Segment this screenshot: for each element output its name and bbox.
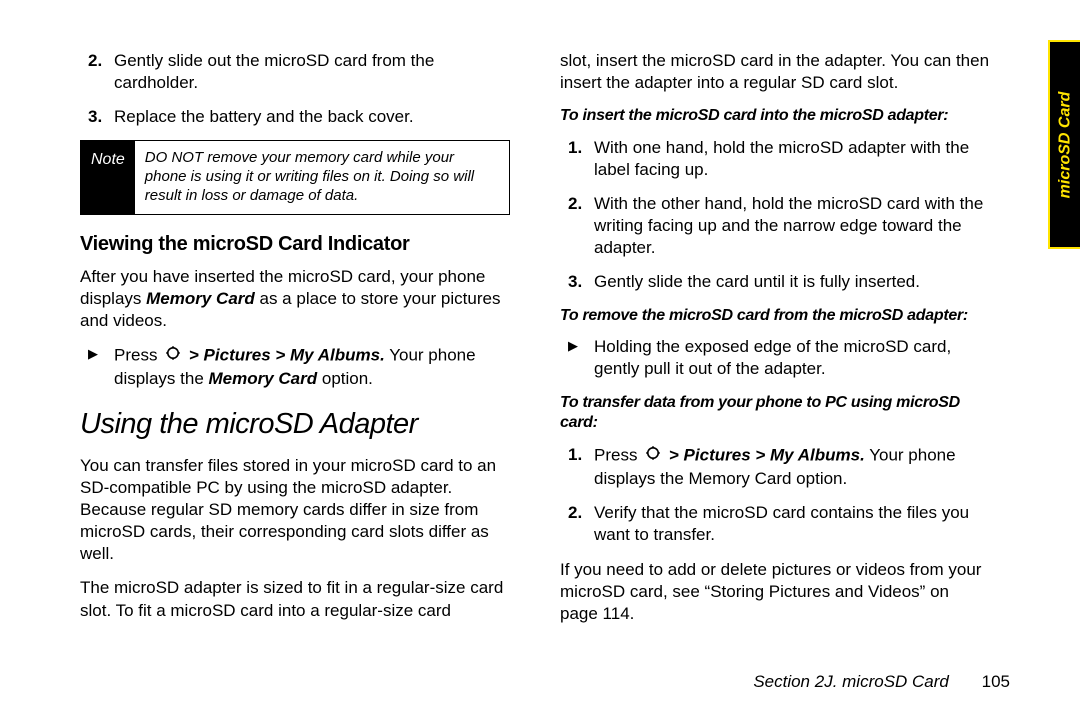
step-number: 3. (88, 106, 102, 128)
step-text: Gently slide the card until it is fully … (594, 272, 920, 291)
side-tab: microSD Card (1048, 40, 1080, 249)
columns: 2. Gently slide out the microSD card fro… (80, 50, 1020, 637)
note-body: DO NOT remove your memory card while you… (135, 141, 509, 213)
note-label: Note (81, 141, 135, 213)
insert-steps: 1. With one hand, hold the microSD adapt… (560, 137, 990, 294)
insert-step-3: 3. Gently slide the card until it is ful… (560, 271, 990, 293)
using-paragraph-1: You can transfer files stored in your mi… (80, 455, 510, 565)
step-text: Gently slide out the microSD card from t… (114, 51, 434, 92)
using-paragraph-2: The microSD adapter is sized to fit in a… (80, 577, 510, 621)
transfer-steps: 1. Press > Pictures > My Albums. Your ph… (560, 444, 990, 546)
section-heading-using-adapter: Using the microSD Adapter (80, 408, 510, 441)
insert-step-2: 2. With the other hand, hold the microSD… (560, 193, 990, 259)
transfer-step-2: 2. Verify that the microSD card contains… (560, 502, 990, 546)
step-3: 3. Replace the battery and the back cove… (80, 106, 510, 128)
step-number: 3. (568, 271, 582, 293)
footer-section: Section 2J. microSD Card (753, 672, 949, 691)
left-column: 2. Gently slide out the microSD card fro… (80, 50, 510, 637)
continuation-paragraph: slot, insert the microSD card in the ada… (560, 50, 990, 94)
step-text: Replace the battery and the back cover. (114, 107, 414, 126)
nav-key-icon (644, 444, 662, 468)
nav-key-icon (164, 344, 182, 368)
procedure-head-transfer: To transfer data from your phone to PC u… (560, 393, 990, 435)
step-number: 1. (568, 444, 582, 466)
step-number: 2. (568, 193, 582, 215)
procedure-head-insert: To insert the microSD card into the micr… (560, 106, 990, 127)
subheading-viewing-indicator: Viewing the microSD Card Indicator (80, 233, 510, 256)
step-number: 2. (568, 502, 582, 524)
viewing-paragraph: After you have inserted the microSD card… (80, 266, 510, 332)
side-tab-label: microSD Card (1056, 91, 1074, 198)
bullet-press-pictures: Press > Pictures > My Albums. Your phone… (80, 344, 510, 390)
right-column: slot, insert the microSD card in the ada… (560, 50, 1020, 637)
insert-step-1: 1. With one hand, hold the microSD adapt… (560, 137, 990, 181)
bullet-text: Holding the exposed edge of the microSD … (594, 337, 951, 378)
transfer-step-1: 1. Press > Pictures > My Albums. Your ph… (560, 444, 990, 490)
step-text: With the other hand, hold the microSD ca… (594, 194, 983, 257)
step-text: With one hand, hold the microSD adapter … (594, 138, 969, 179)
note-box: Note DO NOT remove your memory card whil… (80, 140, 510, 214)
step-2: 2. Gently slide out the microSD card fro… (80, 50, 510, 94)
page-footer: Section 2J. microSD Card 105 (753, 672, 1010, 692)
remove-bullets: Holding the exposed edge of the microSD … (560, 336, 990, 380)
step-number: 2. (88, 50, 102, 72)
footer-page-number: 105 (982, 672, 1010, 691)
prev-steps-continued: 2. Gently slide out the microSD card fro… (80, 50, 510, 128)
viewing-bullets: Press > Pictures > My Albums. Your phone… (80, 344, 510, 390)
closing-paragraph: If you need to add or delete pictures or… (560, 559, 990, 625)
procedure-head-remove: To remove the microSD card from the micr… (560, 306, 990, 327)
step-text: Verify that the microSD card contains th… (594, 503, 969, 544)
page: microSD Card 2. Gently slide out the mic… (0, 0, 1080, 720)
remove-bullet-1: Holding the exposed edge of the microSD … (560, 336, 990, 380)
step-number: 1. (568, 137, 582, 159)
